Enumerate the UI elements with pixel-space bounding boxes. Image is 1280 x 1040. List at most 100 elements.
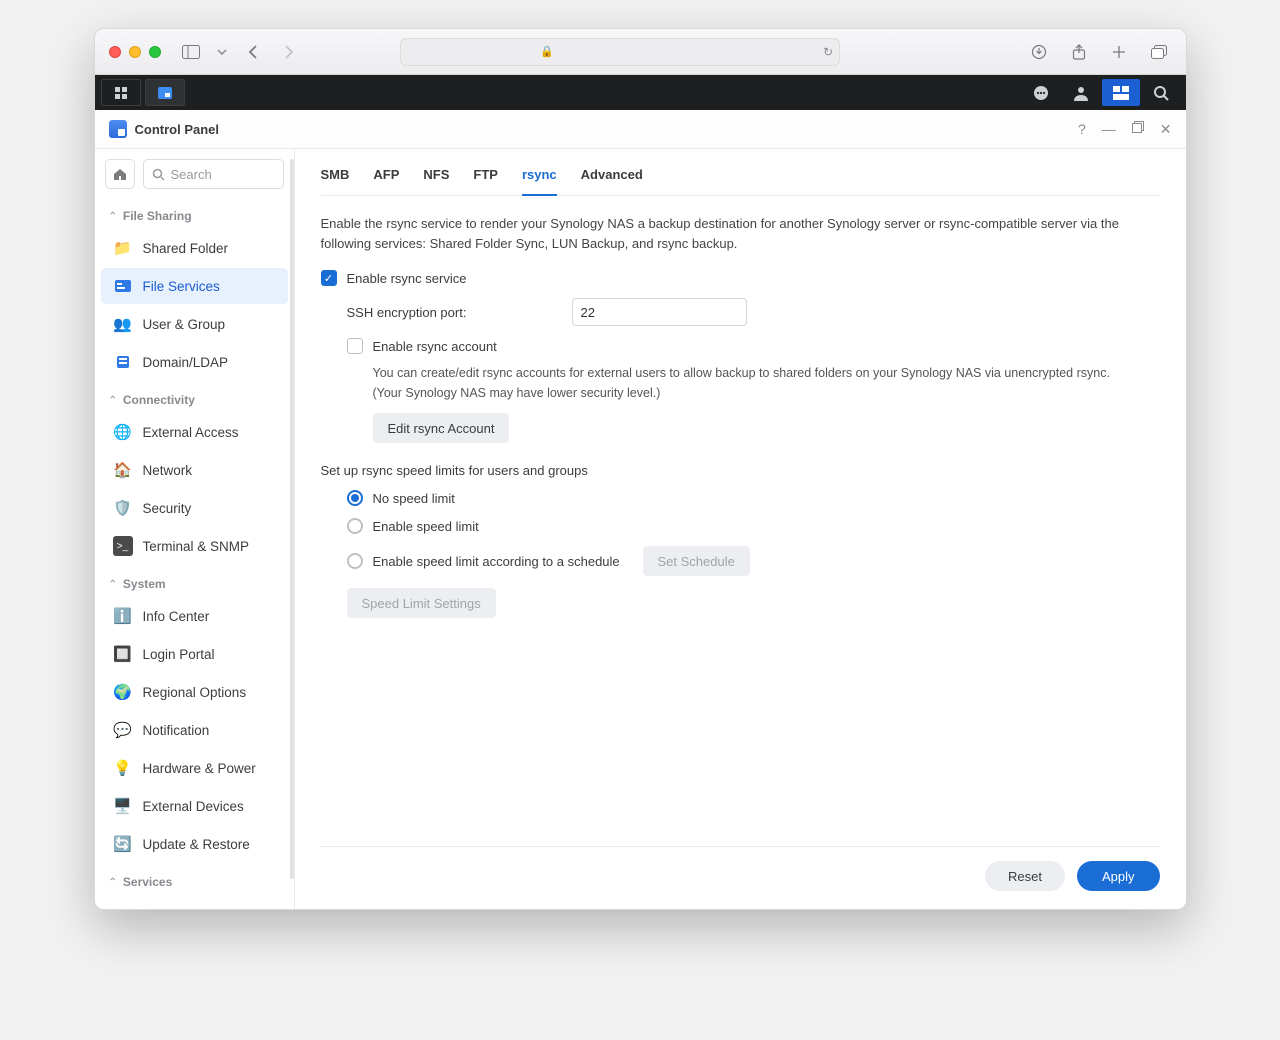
downloads-icon[interactable]	[1027, 40, 1051, 64]
update-icon: 🔄	[113, 834, 133, 854]
minimize-window-icon[interactable]	[129, 46, 141, 58]
new-tab-icon[interactable]	[1107, 40, 1131, 64]
sidebar-item-user-group[interactable]: 👥 User & Group	[101, 306, 288, 342]
zoom-window-icon[interactable]	[149, 46, 161, 58]
sidebar-item-domain-ldap[interactable]: Domain/LDAP	[101, 344, 288, 380]
sidebar-item-external-devices[interactable]: 🖥️ External Devices	[101, 788, 288, 824]
nav-back-icon[interactable]	[241, 40, 265, 64]
apply-button[interactable]: Apply	[1077, 861, 1160, 891]
radio-schedule-speed-limit[interactable]	[347, 553, 363, 569]
sidebar-section-file-sharing[interactable]: ⌃ File Sharing	[95, 201, 294, 229]
radio-no-speed-limit[interactable]	[347, 490, 363, 506]
nav-forward-icon[interactable]	[277, 40, 301, 64]
safari-window: 🔒 ↻	[94, 28, 1187, 910]
file-services-icon	[113, 276, 133, 296]
control-panel-icon	[109, 120, 127, 138]
sidebar-section-label: Connectivity	[123, 393, 195, 407]
reset-button[interactable]: Reset	[985, 861, 1065, 891]
enable-rsync-account-label: Enable rsync account	[373, 339, 497, 354]
chevron-up-icon: ⌃	[109, 877, 117, 888]
cp-sidebar: ⌃ File Sharing 📁 Shared Folder File Serv…	[95, 149, 295, 909]
sidebar-item-external-access[interactable]: 🌐 External Access	[101, 414, 288, 450]
search-input[interactable]	[171, 167, 275, 182]
tab-afp[interactable]: AFP	[373, 163, 399, 195]
sidebar-item-terminal-snmp[interactable]: Terminal & SNMP	[101, 528, 288, 564]
sidebar-item-update-restore[interactable]: 🔄 Update & Restore	[101, 826, 288, 862]
radio-enable-speed-limit[interactable]	[347, 518, 363, 534]
browser-right-actions	[1027, 40, 1171, 64]
rsync-account-note: You can create/edit rsync accounts for e…	[321, 360, 1141, 413]
reload-icon[interactable]: ↻	[823, 45, 833, 59]
sidebar-section-connectivity[interactable]: ⌃ Connectivity	[95, 385, 294, 413]
sidebar-item-label: Login Portal	[143, 647, 215, 662]
sidebar-section-system[interactable]: ⌃ System	[95, 569, 294, 597]
chevron-up-icon: ⌃	[109, 579, 117, 590]
sidebar-item-label: Hardware & Power	[143, 761, 256, 776]
tab-advanced[interactable]: Advanced	[581, 163, 643, 195]
cp-content: SMB AFP NFS FTP rsync Advanced Enable th…	[295, 149, 1186, 909]
sidebar-section-services[interactable]: ⌃ Services	[95, 867, 294, 895]
sidebar-item-label: Shared Folder	[143, 241, 229, 256]
sidebar-item-label: Terminal & SNMP	[143, 539, 250, 554]
ldap-icon	[113, 352, 133, 372]
terminal-icon	[113, 536, 133, 556]
help-icon[interactable]: ?	[1078, 121, 1086, 138]
sidebar-item-hardware-power[interactable]: 💡 Hardware & Power	[101, 750, 288, 786]
tab-smb[interactable]: SMB	[321, 163, 350, 195]
dsm-control-panel-dock-icon[interactable]	[145, 79, 185, 106]
sidebar-item-security[interactable]: 🛡️ Security	[101, 490, 288, 526]
sidebar-item-label: Update & Restore	[143, 837, 250, 852]
speed-limit-settings-button: Speed Limit Settings	[347, 588, 496, 618]
scrollbar[interactable]	[290, 159, 294, 879]
sidebar-item-notification[interactable]: 💬 Notification	[101, 712, 288, 748]
cp-minimize-icon[interactable]: —	[1102, 121, 1116, 138]
ssh-port-input[interactable]	[572, 298, 747, 326]
tab-rsync[interactable]: rsync	[522, 163, 557, 196]
enable-rsync-label: Enable rsync service	[347, 271, 467, 286]
ssh-port-label: SSH encryption port:	[347, 305, 562, 320]
sidebar-item-label: Security	[143, 501, 192, 516]
sidebar-item-regional-options[interactable]: 🌍 Regional Options	[101, 674, 288, 710]
dsm-search-icon[interactable]	[1142, 79, 1180, 106]
dsm-main-menu-icon[interactable]	[101, 79, 141, 106]
globe-icon: 🌐	[113, 422, 133, 442]
dsm-widgets-icon[interactable]	[1102, 79, 1140, 106]
window-controls	[109, 46, 161, 58]
sidebar-item-file-services[interactable]: File Services	[101, 268, 288, 304]
sidebar-search[interactable]	[143, 159, 284, 189]
external-devices-icon: 🖥️	[113, 796, 133, 816]
sidebar-item-shared-folder[interactable]: 📁 Shared Folder	[101, 230, 288, 266]
tab-nfs[interactable]: NFS	[423, 163, 449, 195]
sidebar-item-network[interactable]: 🏠 Network	[101, 452, 288, 488]
chevron-down-icon[interactable]	[215, 40, 229, 64]
notification-icon: 💬	[113, 720, 133, 740]
sidebar-toggle-icon[interactable]	[179, 40, 203, 64]
control-panel-window: Control Panel ? — ✕	[95, 110, 1186, 909]
tabs-overview-icon[interactable]	[1147, 40, 1171, 64]
share-icon[interactable]	[1067, 40, 1091, 64]
enable-rsync-checkbox[interactable]: ✓	[321, 270, 337, 286]
cp-close-icon[interactable]: ✕	[1160, 121, 1172, 138]
sidebar-item-info-center[interactable]: ℹ️ Info Center	[101, 598, 288, 634]
tab-ftp[interactable]: FTP	[473, 163, 498, 195]
sidebar-item-label: Info Center	[143, 609, 210, 624]
search-icon	[152, 168, 165, 181]
cp-titlebar: Control Panel ? — ✕	[95, 110, 1186, 149]
close-window-icon[interactable]	[109, 46, 121, 58]
home-button[interactable]	[105, 159, 135, 189]
dsm-chat-icon[interactable]	[1022, 79, 1060, 106]
footer-bar: Reset Apply	[321, 846, 1160, 909]
sidebar-item-label: External Access	[143, 425, 239, 440]
sidebar-item-label: Regional Options	[143, 685, 247, 700]
dsm-user-icon[interactable]	[1062, 79, 1100, 106]
cp-maximize-icon[interactable]	[1132, 121, 1144, 138]
users-icon: 👥	[113, 314, 133, 334]
speed-limit-heading: Set up rsync speed limits for users and …	[321, 463, 588, 478]
chevron-up-icon: ⌃	[109, 395, 117, 406]
dsm-taskbar	[95, 75, 1186, 110]
enable-rsync-account-checkbox[interactable]	[347, 338, 363, 354]
edit-rsync-account-button[interactable]: Edit rsync Account	[373, 413, 510, 443]
region-icon: 🌍	[113, 682, 133, 702]
sidebar-item-login-portal[interactable]: 🔲 Login Portal	[101, 636, 288, 672]
address-bar[interactable]: 🔒 ↻	[400, 38, 840, 66]
